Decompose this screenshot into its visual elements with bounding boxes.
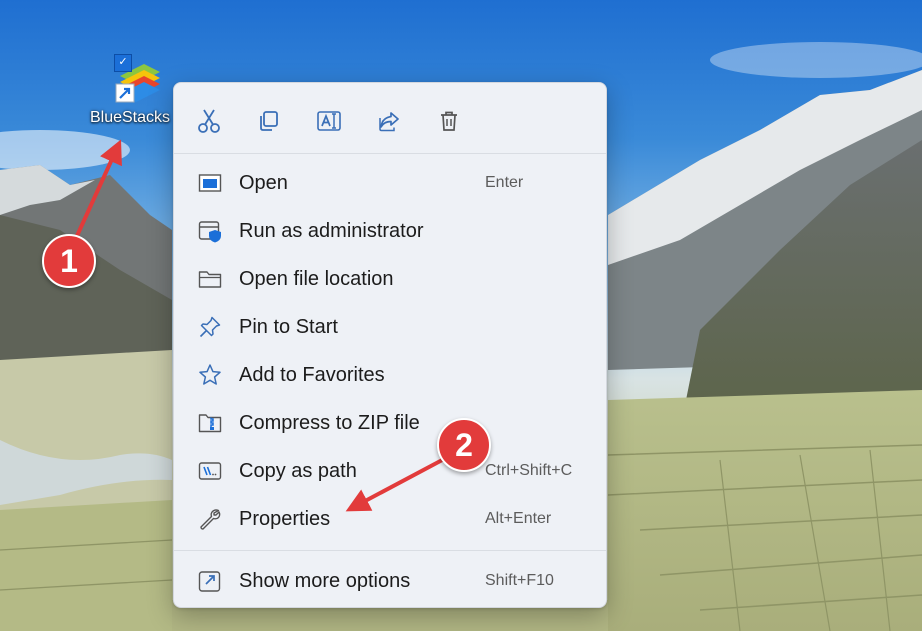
menu-item-label: Show more options bbox=[239, 570, 411, 592]
menu-item-shortcut: Ctrl+Shift+C bbox=[485, 462, 573, 479]
desktop: ✓ BlueStacks Open Enter Run as administr… bbox=[0, 0, 922, 631]
admin-shield-icon bbox=[198, 221, 221, 243]
copy-button[interactable] bbox=[252, 105, 286, 137]
cut-icon bbox=[198, 109, 220, 133]
delete-button[interactable] bbox=[432, 105, 466, 137]
copy-icon bbox=[260, 111, 278, 131]
menu-item-compress-to-zip[interactable]: Compress to ZIP file bbox=[178, 400, 602, 446]
menu-item-open[interactable]: Open Enter bbox=[178, 160, 602, 206]
bluestacks-icon-label: BlueStacks bbox=[89, 109, 171, 126]
menu-item-pin-to-start[interactable]: Pin to Start bbox=[178, 304, 602, 350]
zip-folder-icon bbox=[198, 414, 222, 433]
rename-icon bbox=[317, 111, 341, 131]
menu-item-label: Add to Favorites bbox=[239, 364, 385, 386]
share-button[interactable] bbox=[372, 105, 406, 137]
menu-item-label: Open bbox=[239, 172, 288, 194]
menu-item-label: Compress to ZIP file bbox=[239, 412, 420, 434]
menu-item-label: Pin to Start bbox=[239, 316, 338, 338]
menu-item-shortcut: Shift+F10 bbox=[485, 572, 554, 589]
copy-path-icon bbox=[198, 462, 222, 480]
menu-item-label: Run as administrator bbox=[239, 220, 424, 242]
menu-item-copy-as-path[interactable]: Copy as path Ctrl+Shift+C bbox=[178, 448, 602, 494]
rename-button[interactable] bbox=[312, 105, 346, 137]
menu-item-add-to-favorites[interactable]: Add to Favorites bbox=[178, 352, 602, 398]
context-menu-toolbar bbox=[174, 83, 606, 153]
step-badge-2: 2 bbox=[437, 418, 491, 472]
menu-item-run-as-administrator[interactable]: Run as administrator bbox=[178, 208, 602, 254]
context-menu: Open Enter Run as administrator Open fil… bbox=[173, 82, 607, 608]
menu-item-properties[interactable]: Properties Alt+Enter bbox=[178, 496, 602, 542]
selection-check-icon: ✓ bbox=[114, 54, 132, 72]
menu-item-shortcut: Enter bbox=[485, 174, 524, 191]
menu-item-open-file-location[interactable]: Open file location bbox=[178, 256, 602, 302]
share-icon bbox=[379, 112, 399, 132]
cut-button[interactable] bbox=[192, 105, 226, 137]
menu-separator bbox=[174, 153, 606, 154]
menu-item-show-more-options[interactable]: Show more options Shift+F10 bbox=[178, 558, 602, 604]
bluestacks-desktop-icon[interactable]: ✓ BlueStacks bbox=[84, 52, 176, 132]
pin-icon bbox=[199, 316, 221, 338]
menu-item-label: Copy as path bbox=[239, 460, 357, 482]
step-badge-1: 1 bbox=[42, 234, 96, 288]
menu-item-label: Properties bbox=[239, 508, 331, 530]
wrench-icon bbox=[200, 509, 221, 530]
menu-separator bbox=[174, 550, 606, 551]
menu-item-label: Open file location bbox=[239, 268, 394, 290]
delete-icon bbox=[441, 111, 457, 131]
star-icon bbox=[199, 364, 221, 385]
more-options-icon bbox=[198, 571, 221, 592]
open-window-icon bbox=[198, 174, 222, 192]
menu-item-shortcut: Alt+Enter bbox=[485, 510, 552, 527]
folder-icon bbox=[198, 271, 222, 288]
